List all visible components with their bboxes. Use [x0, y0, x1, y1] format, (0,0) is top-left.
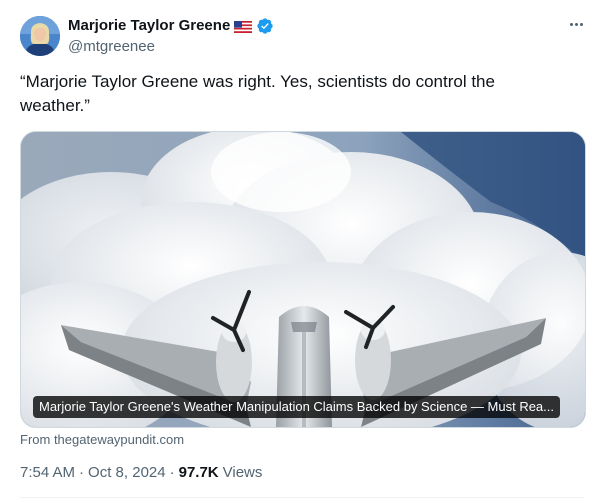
card-image — [21, 132, 585, 427]
tweet: Marjorie Taylor Greene @mtgreenee “Marjo… — [0, 0, 600, 503]
tweet-date[interactable]: Oct 8, 2024 — [88, 463, 166, 483]
tweet-time[interactable]: 7:54 AM — [20, 463, 75, 483]
tweet-meta: 7:54 AM · Oct 8, 2024 · 97.7K Views — [20, 463, 262, 483]
card-source[interactable]: From thegatewaypundit.com — [20, 432, 184, 448]
dot — [579, 22, 583, 26]
author-handle[interactable]: @mtgreenee — [68, 37, 155, 57]
author-display-name[interactable]: Marjorie Taylor Greene — [68, 16, 230, 36]
us-flag-icon — [234, 20, 253, 33]
author-name-row: Marjorie Taylor Greene — [68, 16, 274, 36]
more-options-icon[interactable] — [566, 14, 586, 34]
separator: · — [79, 464, 85, 481]
views-count[interactable]: 97.7K — [179, 463, 219, 483]
views-label: Views — [222, 464, 263, 481]
dot — [574, 22, 578, 26]
avatar[interactable] — [20, 16, 60, 56]
link-card[interactable]: Marjorie Taylor Greene's Weather Manipul… — [20, 131, 586, 428]
divider — [20, 497, 584, 498]
tweet-text: “Marjorie Taylor Greene was right. Yes, … — [20, 72, 495, 115]
dot — [569, 22, 573, 26]
separator: · — [169, 464, 175, 481]
card-title: Marjorie Taylor Greene's Weather Manipul… — [33, 396, 560, 418]
verified-badge-icon[interactable] — [256, 17, 274, 35]
